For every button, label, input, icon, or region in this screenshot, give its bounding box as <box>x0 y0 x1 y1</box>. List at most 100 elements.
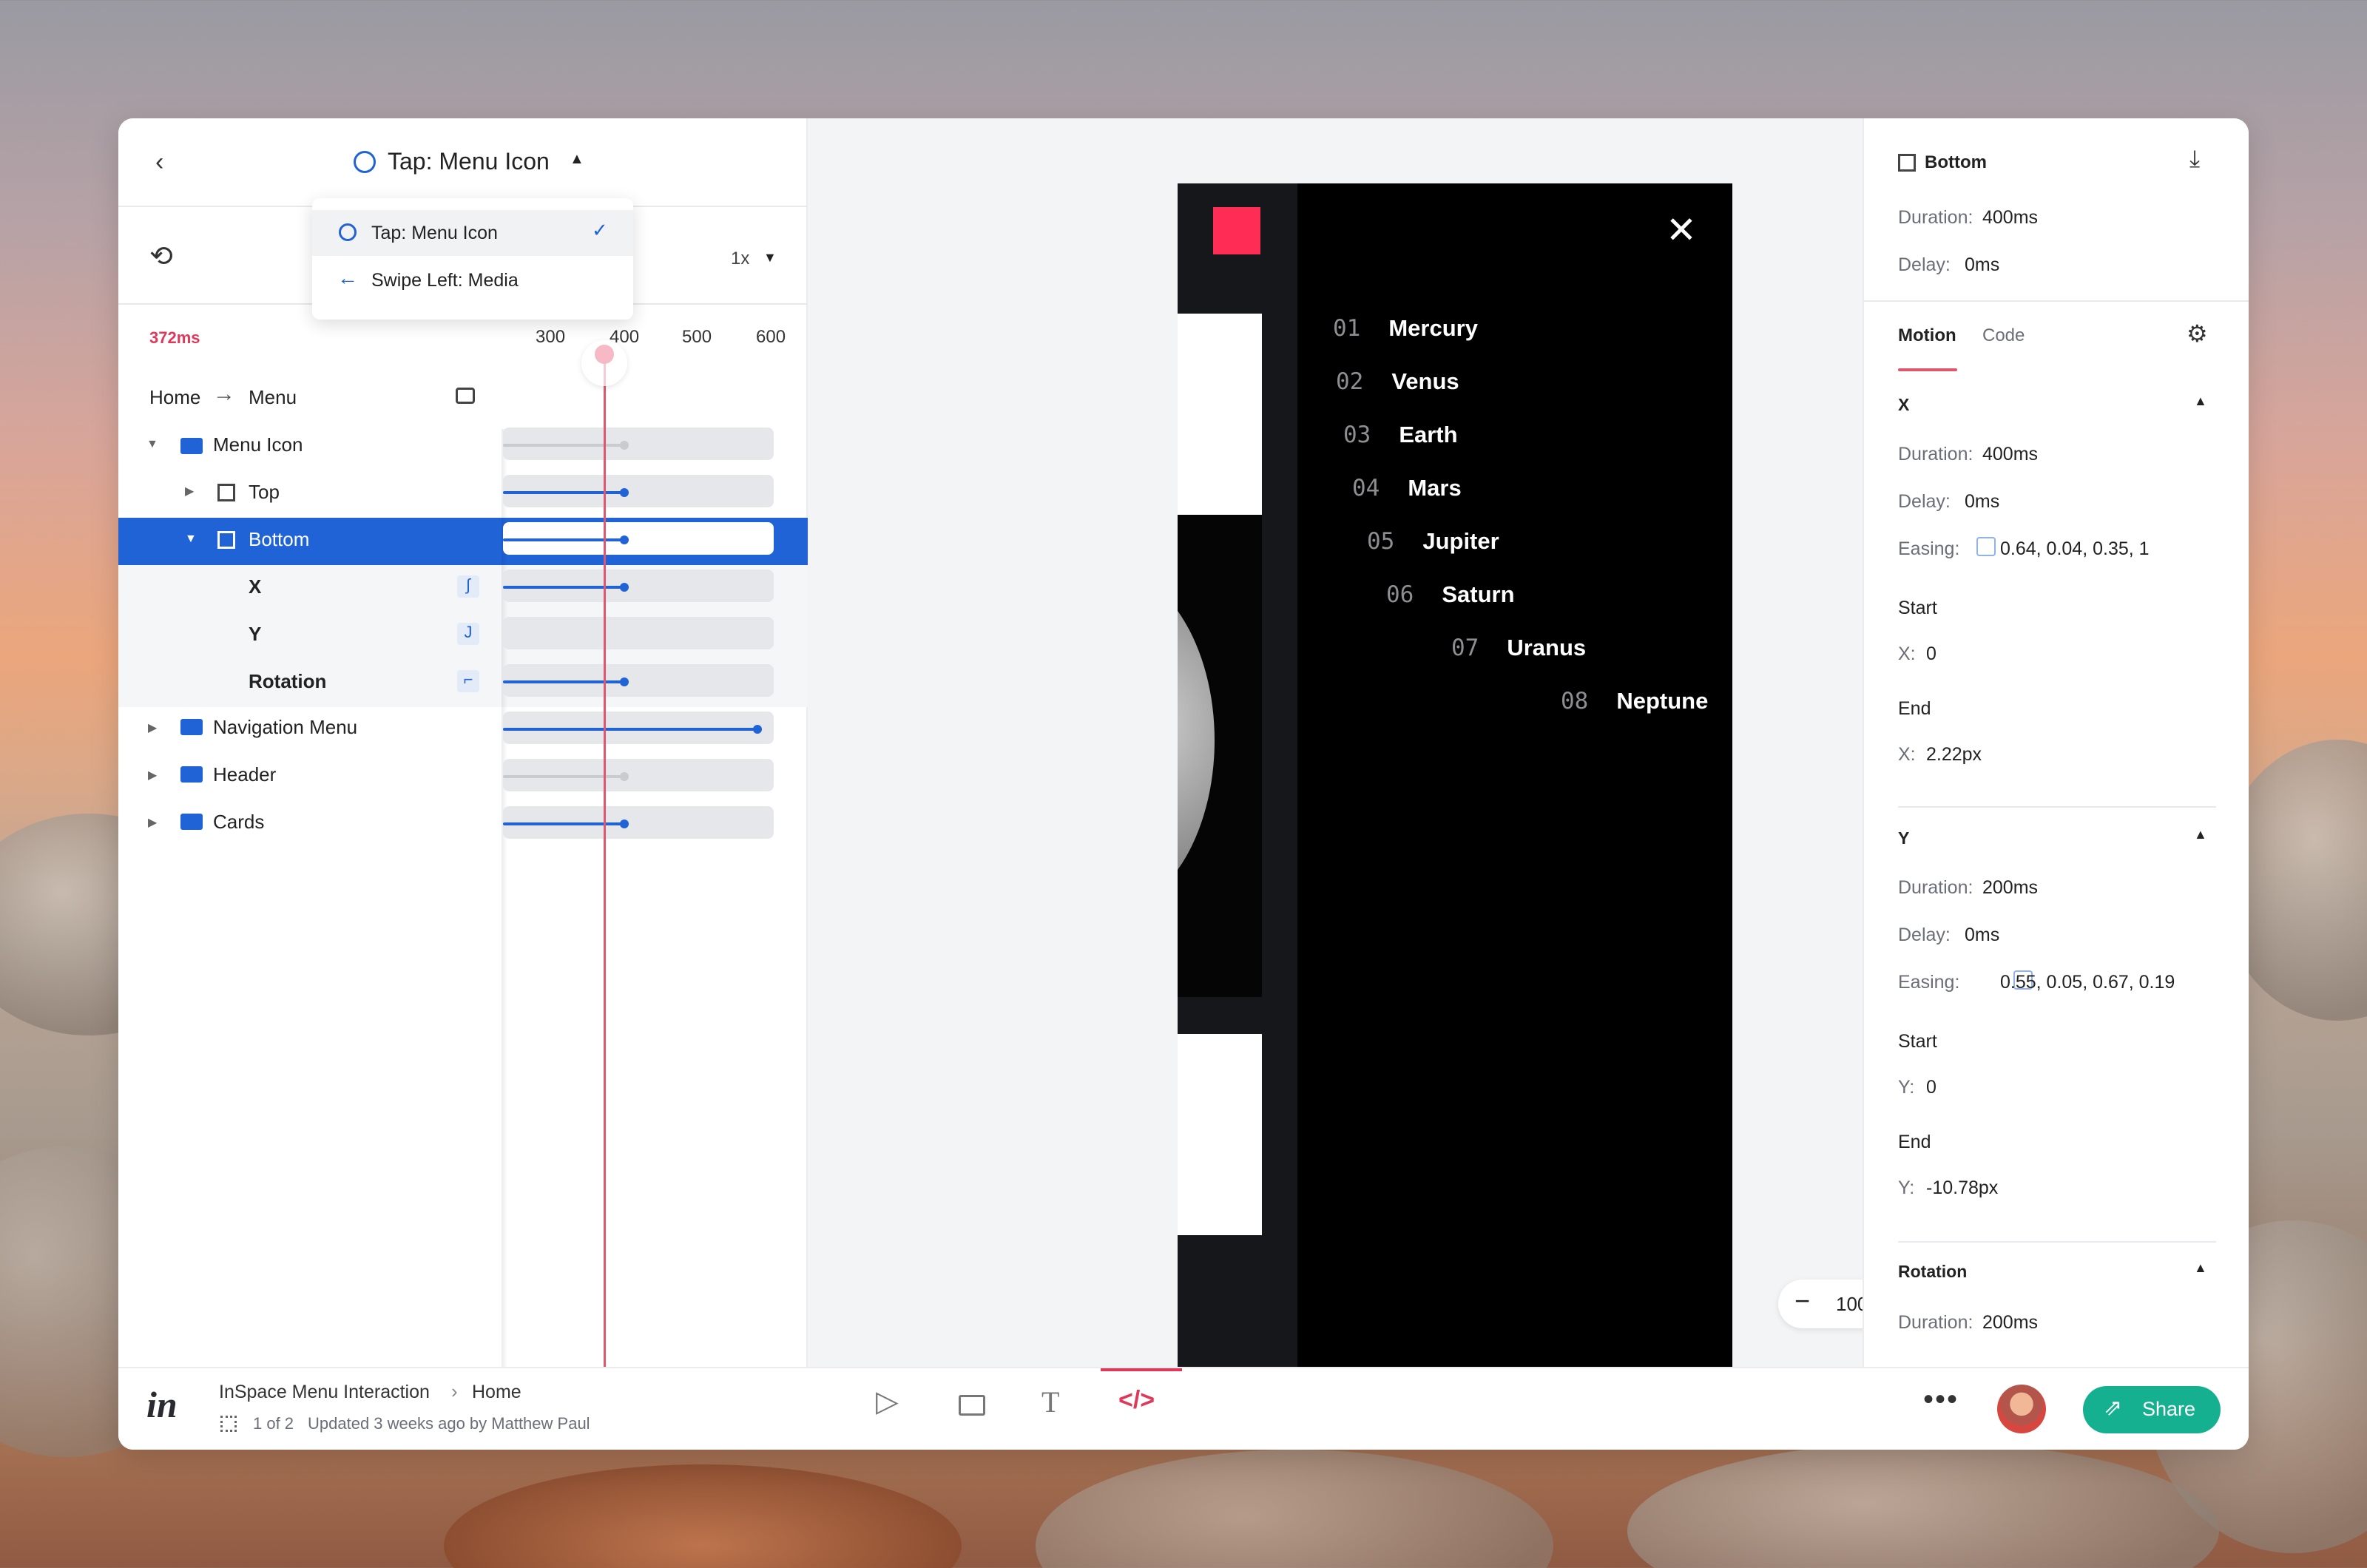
collapse-rotation-icon[interactable]: ▲ <box>2194 1260 2207 1276</box>
rotation-duration: 200ms <box>1982 1312 2039 1333</box>
comment-icon[interactable] <box>959 1395 985 1416</box>
active-mode-indicator <box>1101 1368 1182 1371</box>
x-end-value: 2.22px <box>1926 744 1982 765</box>
dropdown-item-label: Tap: Menu Icon <box>371 223 498 243</box>
planet-item[interactable]: 02 Venus <box>1336 368 1459 395</box>
x-end-axis: X: <box>1898 744 1916 765</box>
app-window: ‹ Tap: Menu Icon ▲ ⟲ 1x ▼ 372ms 300 400 … <box>118 118 2249 1450</box>
property-y[interactable]: Y <box>249 623 261 646</box>
folder-icon <box>180 766 203 783</box>
delay-label: Delay: <box>1898 925 1951 945</box>
tap-circle-icon <box>339 223 357 241</box>
tab-code[interactable]: Code <box>1982 325 2025 346</box>
planet-item[interactable]: 06 Saturn <box>1386 581 1515 608</box>
breadcrumb-menu[interactable]: Menu <box>249 386 297 409</box>
arrow-left-icon: ← <box>337 266 358 289</box>
timeline-panel: ‹ Tap: Menu Icon ▲ ⟲ 1x ▼ 372ms 300 400 … <box>118 118 808 1367</box>
screens-icon[interactable] <box>456 388 475 404</box>
rectangle-layer-icon <box>217 484 235 501</box>
card-white-2 <box>1178 1034 1262 1235</box>
collapsed-caret-icon[interactable]: ▶ <box>148 768 157 783</box>
track-y[interactable] <box>503 617 774 649</box>
easing-curve-icon[interactable] <box>1976 537 1996 556</box>
planet-item[interactable]: 03 Earth <box>1343 422 1458 448</box>
dropdown-item-tap[interactable]: Tap: Menu Icon ✓ <box>312 210 633 256</box>
duration-label: Duration: <box>1898 877 1973 898</box>
play-icon[interactable]: ▷ <box>876 1385 899 1419</box>
layer-cards[interactable]: Cards <box>213 811 264 834</box>
playhead-line[interactable] <box>604 354 606 1367</box>
close-icon[interactable]: ✕ <box>1666 209 1697 251</box>
x-start-label: Start <box>1898 598 1937 618</box>
x-end-label: End <box>1898 698 1931 719</box>
text-icon[interactable]: T <box>1041 1385 1059 1419</box>
property-rotation[interactable]: Rotation <box>249 670 326 693</box>
element-duration: 400ms <box>1982 207 2039 228</box>
dropdown-item-swipe[interactable]: ← Swipe Left: Media <box>312 257 633 303</box>
collapse-y-icon[interactable]: ▲ <box>2194 827 2207 842</box>
tab-motion[interactable]: Motion <box>1898 325 1956 346</box>
collapsed-caret-icon[interactable]: ▶ <box>148 720 157 735</box>
screen-name[interactable]: Home <box>472 1382 521 1403</box>
y-delay: 0ms <box>1965 925 2000 945</box>
code-icon[interactable]: </> <box>1118 1386 1155 1415</box>
preview-canvas: ✕ 01 Mercury 02 Venus 03 Earth 04 Mars 05 Jup… <box>808 118 1944 1367</box>
y-duration: 200ms <box>1982 877 2039 898</box>
easing-curve-icon[interactable]: J <box>457 623 479 645</box>
section-rotation-title: Rotation <box>1898 1262 1968 1281</box>
x-start-axis: X: <box>1898 643 1916 664</box>
share-label: Share <box>2142 1398 2196 1420</box>
grid-icon[interactable] <box>220 1416 237 1432</box>
property-x[interactable]: X <box>249 575 261 598</box>
layer-header[interactable]: Header <box>213 763 276 786</box>
expanded-caret-icon[interactable]: ▼ <box>146 438 158 451</box>
y-start-axis: Y: <box>1898 1077 1915 1098</box>
settings-gear-icon[interactable]: ⚙ <box>2187 320 2208 348</box>
collapse-x-icon[interactable]: ▲ <box>2194 393 2207 409</box>
updated-info: Updated 3 weeks ago by Matthew Paul <box>308 1414 590 1433</box>
page-info: 1 of 2 <box>253 1414 294 1433</box>
easing-curve-icon[interactable]: ⌐ <box>457 670 479 692</box>
planet-item[interactable]: 08 Neptune <box>1561 688 1708 714</box>
back-chevron-icon[interactable]: ‹ <box>155 148 163 177</box>
layer-menu-icon[interactable]: Menu Icon <box>213 433 303 456</box>
x-easing: 0.64, 0.04, 0.35, 1 <box>2000 538 2150 559</box>
y-end-value: -10.78px <box>1926 1177 1999 1198</box>
inspector-element-name: Bottom <box>1925 152 1987 172</box>
playback-speed[interactable]: 1x <box>731 249 749 269</box>
layer-top[interactable]: Top <box>249 481 280 504</box>
section-x-title: X <box>1898 395 1910 414</box>
layer-bottom[interactable]: Bottom <box>249 528 309 551</box>
duration-label: Duration: <box>1898 207 1973 228</box>
planet-item[interactable]: 07 Uranus <box>1451 635 1586 661</box>
y-end-axis: Y: <box>1898 1177 1915 1198</box>
y-end-label: End <box>1898 1132 1931 1152</box>
tap-circle-icon <box>354 151 376 173</box>
avatar[interactable] <box>1997 1385 2046 1433</box>
easing-curve-icon[interactable]: ∫ <box>457 575 479 598</box>
planet-item[interactable]: 05 Jupiter <box>1367 528 1499 555</box>
loop-icon[interactable]: ⟲ <box>149 240 173 273</box>
menu-icon-square[interactable] <box>1213 207 1260 254</box>
layer-navigation-menu[interactable]: Navigation Menu <box>213 716 357 739</box>
invision-logo[interactable]: in <box>146 1383 178 1426</box>
download-icon[interactable]: ⤓ <box>2189 145 2200 173</box>
dropdown-item-label: Swipe Left: Media <box>371 270 519 291</box>
collapsed-caret-icon[interactable]: ▶ <box>185 484 194 499</box>
planet-item[interactable]: 04 Mars <box>1352 475 1462 501</box>
project-name[interactable]: InSpace Menu Interaction <box>219 1382 430 1403</box>
share-button[interactable]: ⇗ Share <box>2083 1386 2221 1433</box>
speed-caret-icon[interactable]: ▼ <box>763 250 777 266</box>
planet-item[interactable]: 01 Mercury <box>1333 315 1478 342</box>
expanded-caret-icon[interactable]: ▼ <box>185 533 197 546</box>
tick-500: 500 <box>682 327 712 347</box>
x-start-value: 0 <box>1926 643 1937 664</box>
card-white-1 <box>1178 314 1262 515</box>
zoom-out-button[interactable]: − <box>1794 1285 1810 1317</box>
duration-label: Duration: <box>1898 1312 1973 1333</box>
section-y-title: Y <box>1898 828 1910 848</box>
tick-600: 600 <box>756 327 786 347</box>
breadcrumb-home[interactable]: Home <box>149 386 200 409</box>
more-options-icon[interactable]: ••• <box>1923 1383 1959 1416</box>
collapsed-caret-icon[interactable]: ▶ <box>148 815 157 830</box>
